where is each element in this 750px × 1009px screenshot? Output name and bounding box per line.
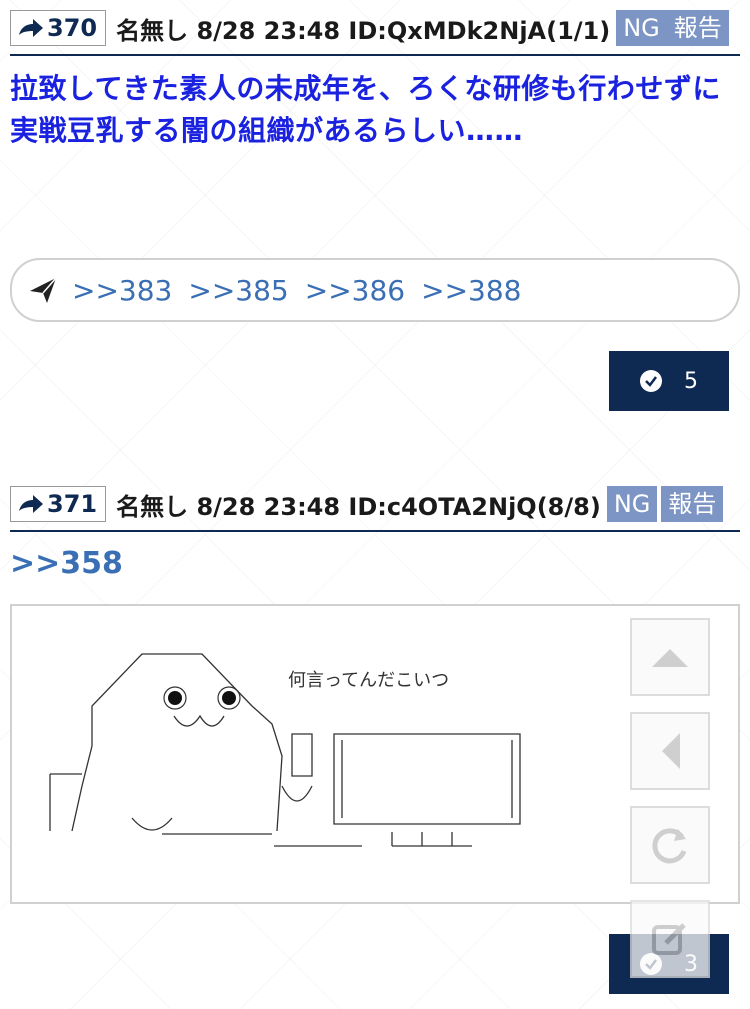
back-icon	[662, 733, 680, 769]
post-meta: 名無し 8/28 23:48 ID:QxMDk2NjA(1/1)	[116, 16, 611, 45]
paper-plane-icon	[30, 277, 57, 303]
anchor-link-358[interactable]: >>358	[10, 546, 740, 581]
post-header: 371 名無し 8/28 23:48 ID:c4OTA2NjQ(8/8) NG …	[10, 486, 740, 522]
report-button[interactable]: 報告	[666, 10, 729, 46]
scroll-up-icon	[652, 649, 688, 667]
post-body: 拉致してきた素人の未成年を、ろくな研修も行わせずに実戦豆乳する闇の組織があるらし…	[10, 72, 721, 147]
reload-button[interactable]	[630, 806, 710, 884]
post-number: 371	[47, 490, 98, 518]
header-divider	[10, 54, 740, 56]
reply-list: >>383 >>385 >>386 >>388	[10, 258, 740, 322]
post-371: 371 名無し 8/28 23:48 ID:c4OTA2NjQ(8/8) NG …	[10, 486, 740, 581]
reply-number-button[interactable]: 371	[10, 486, 107, 522]
post-meta: 名無し 8/28 23:48 ID:c4OTA2NjQ(8/8)	[116, 492, 601, 521]
reply-link-388[interactable]: >>388	[421, 274, 521, 307]
reply-link-386[interactable]: >>386	[305, 274, 405, 307]
scroll-up-button[interactable]	[630, 618, 710, 696]
compose-icon	[652, 923, 686, 955]
post-number: 370	[47, 14, 98, 42]
reply-arrow-icon	[19, 19, 43, 37]
post-header: 370 名無し 8/28 23:48 ID:QxMDk2NjA(1/1) NG …	[10, 10, 740, 46]
ng-button[interactable]: NG	[616, 10, 667, 46]
ascii-art-drawing	[49, 653, 521, 847]
report-button[interactable]: 報告	[661, 486, 724, 522]
reply-link-385[interactable]: >>385	[188, 274, 288, 307]
header-divider	[10, 530, 740, 532]
ng-button[interactable]: NG	[606, 486, 658, 522]
ascii-art-caption: 何言ってんだこいつ	[288, 670, 450, 691]
back-button[interactable]	[630, 712, 710, 790]
reload-icon	[652, 828, 687, 864]
reply-link-383[interactable]: >>383	[72, 274, 172, 307]
reply-number-button[interactable]: 370	[10, 10, 107, 46]
compose-button[interactable]	[630, 900, 710, 978]
like-button[interactable]: 5	[609, 351, 729, 411]
like-count: 5	[684, 368, 698, 394]
check-circle-icon	[640, 370, 662, 392]
reply-arrow-icon	[19, 495, 43, 513]
post-370: 370 名無し 8/28 23:48 ID:QxMDk2NjA(1/1) NG …	[10, 10, 740, 152]
